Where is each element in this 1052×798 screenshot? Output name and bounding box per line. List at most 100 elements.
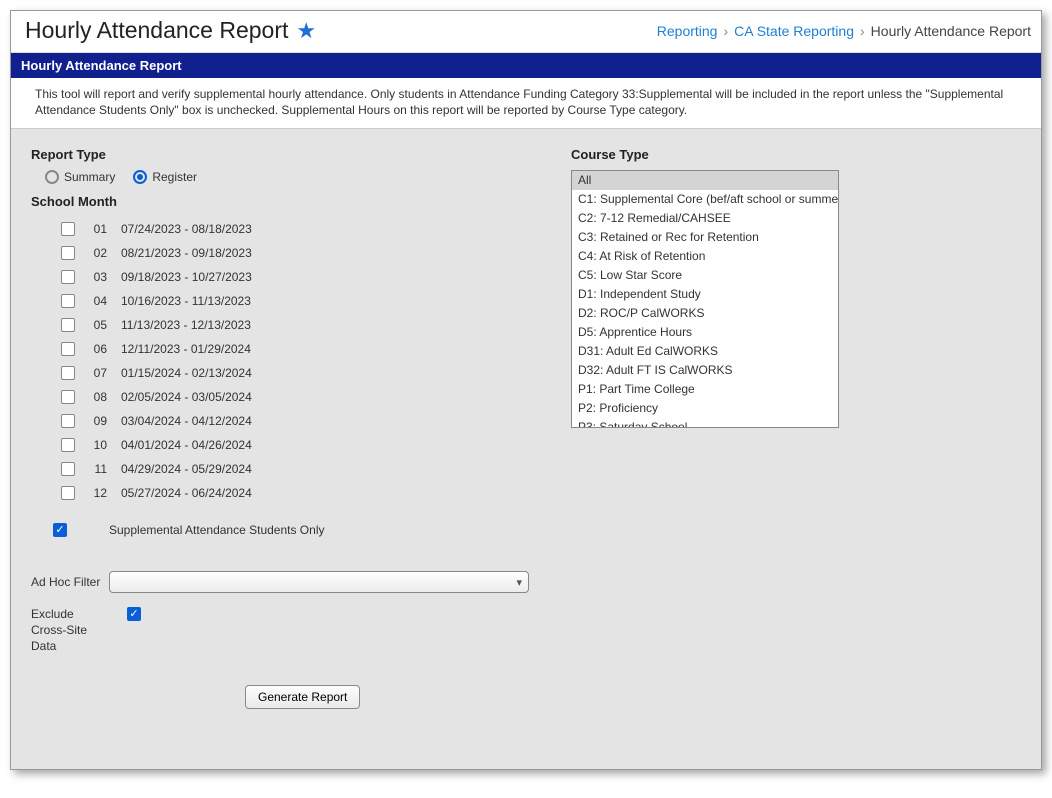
school-month-checkbox[interactable] [61,390,75,404]
school-month-checkbox[interactable] [61,462,75,476]
school-month-row: 02 08/21/2023 - 09/18/2023 [61,241,531,265]
breadcrumb: Reporting › CA State Reporting › Hourly … [657,23,1031,39]
breadcrumb-ca-state[interactable]: CA State Reporting [734,23,854,39]
school-month-checkbox[interactable] [61,246,75,260]
exclude-cross-site-label: Exclude Cross-Site Data [31,607,91,654]
course-type-option[interactable]: D2: ROC/P CalWORKS [572,304,838,323]
section-header-band: Hourly Attendance Report [11,53,1041,78]
school-month-number: 11 [89,462,107,476]
school-month-checkbox[interactable] [61,438,75,452]
school-month-number: 02 [89,246,107,260]
course-type-option[interactable]: C1: Supplemental Core (bef/aft school or… [572,190,838,209]
school-month-range: 11/13/2023 - 12/13/2023 [121,318,251,332]
school-month-number: 06 [89,342,107,356]
school-month-checkbox[interactable] [61,486,75,500]
adhoc-filter-label: Ad Hoc Filter [31,575,101,589]
school-month-number: 07 [89,366,107,380]
school-month-list: 01 07/24/2023 - 08/18/2023 02 08/21/2023 - … [61,217,531,505]
school-month-range: 02/05/2024 - 03/05/2024 [121,390,252,404]
course-type-option[interactable]: C4: At Risk of Retention [572,247,838,266]
supplemental-only-row: ✓ Supplemental Attendance Students Only [53,523,531,537]
favorite-star-icon[interactable]: ★ [296,20,316,42]
course-type-option[interactable]: P3: Saturday School [572,418,838,428]
chevron-right-icon: › [860,23,865,39]
school-month-range: 01/15/2024 - 02/13/2024 [121,366,252,380]
breadcrumb-reporting[interactable]: Reporting [657,23,718,39]
school-month-range: 07/24/2023 - 08/18/2023 [121,222,252,236]
school-month-number: 10 [89,438,107,452]
school-month-row: 09 03/04/2024 - 04/12/2024 [61,409,531,433]
school-month-row: 11 04/29/2024 - 05/29/2024 [61,457,531,481]
left-column: Report Type Summary Register School Mont… [31,147,531,654]
school-month-checkbox[interactable] [61,366,75,380]
school-month-row: 06 12/11/2023 - 01/29/2024 [61,337,531,361]
school-month-row: 12 05/27/2024 - 06/24/2024 [61,481,531,505]
course-type-option[interactable]: C2: 7-12 Remedial/CAHSEE [572,209,838,228]
course-type-option[interactable]: D31: Adult Ed CalWORKS [572,342,838,361]
page-title-text: Hourly Attendance Report [25,17,288,44]
school-month-row: 07 01/15/2024 - 02/13/2024 [61,361,531,385]
school-month-row: 01 07/24/2023 - 08/18/2023 [61,217,531,241]
school-month-range: 05/27/2024 - 06/24/2024 [121,486,252,500]
breadcrumb-current: Hourly Attendance Report [871,23,1031,39]
supplemental-only-label: Supplemental Attendance Students Only [109,523,324,537]
exclude-cross-site-row: Exclude Cross-Site Data ✓ [31,607,531,654]
chevron-right-icon: › [723,23,728,39]
course-type-option[interactable]: D5: Apprentice Hours [572,323,838,342]
school-month-number: 03 [89,270,107,284]
course-type-option[interactable]: D32: Adult FT IS CalWORKS [572,361,838,380]
course-type-label: Course Type [571,147,861,162]
course-type-option[interactable]: C5: Low Star Score [572,266,838,285]
school-month-checkbox[interactable] [61,222,75,236]
school-month-label: School Month [31,194,531,209]
school-month-number: 09 [89,414,107,428]
app-window: Hourly Attendance Report ★ Reporting › C… [10,10,1042,770]
course-type-option[interactable]: All [572,171,838,190]
school-month-number: 01 [89,222,107,236]
report-type-label: Report Type [31,147,531,162]
school-month-number: 12 [89,486,107,500]
school-month-range: 03/04/2024 - 04/12/2024 [121,414,252,428]
school-month-checkbox[interactable] [61,414,75,428]
radio-register[interactable]: Register [133,170,197,184]
school-month-range: 08/21/2023 - 09/18/2023 [121,246,252,260]
course-type-option[interactable]: P2: Proficiency [572,399,838,418]
school-month-range: 09/18/2023 - 10/27/2023 [121,270,252,284]
top-bar: Hourly Attendance Report ★ Reporting › C… [11,11,1041,53]
school-month-row: 08 02/05/2024 - 03/05/2024 [61,385,531,409]
school-month-checkbox[interactable] [61,270,75,284]
school-month-range: 10/16/2023 - 11/13/2023 [121,294,251,308]
school-month-row: 03 09/18/2023 - 10/27/2023 [61,265,531,289]
exclude-cross-site-checkbox[interactable]: ✓ [127,607,141,621]
school-month-range: 12/11/2023 - 01/29/2024 [121,342,251,356]
description-bar: This tool will report and verify supplem… [11,78,1041,129]
radio-summary-label: Summary [64,170,115,184]
course-type-option[interactable]: D1: Independent Study [572,285,838,304]
report-type-radios: Summary Register [45,170,531,184]
right-column: Course Type AllC1: Supplemental Core (be… [571,147,861,428]
page-title: Hourly Attendance Report ★ [25,17,316,44]
radio-icon [133,170,147,184]
course-type-listbox[interactable]: AllC1: Supplemental Core (bef/aft school… [571,170,839,428]
form-body: Report Type Summary Register School Mont… [11,129,1041,769]
school-month-number: 08 [89,390,107,404]
description-text: This tool will report and verify supplem… [35,87,1003,117]
radio-summary[interactable]: Summary [45,170,115,184]
school-month-range: 04/01/2024 - 04/26/2024 [121,438,252,452]
school-month-checkbox[interactable] [61,294,75,308]
school-month-row: 04 10/16/2023 - 11/13/2023 [61,289,531,313]
supplemental-only-checkbox[interactable]: ✓ [53,523,67,537]
adhoc-filter-select[interactable]: ▾ [109,571,529,593]
school-month-row: 0511/13/2023 - 12/13/2023 [61,313,531,337]
school-month-checkbox[interactable] [61,342,75,356]
course-type-option[interactable]: P1: Part Time College [572,380,838,399]
chevron-down-icon: ▾ [516,576,522,589]
adhoc-filter-row: Ad Hoc Filter ▾ [31,571,531,593]
school-month-checkbox[interactable] [61,318,75,332]
school-month-number: 04 [89,294,107,308]
radio-icon [45,170,59,184]
section-header-text: Hourly Attendance Report [21,58,182,73]
generate-report-button[interactable]: Generate Report [245,685,360,709]
course-type-option[interactable]: C3: Retained or Rec for Retention [572,228,838,247]
school-month-range: 04/29/2024 - 05/29/2024 [121,462,252,476]
